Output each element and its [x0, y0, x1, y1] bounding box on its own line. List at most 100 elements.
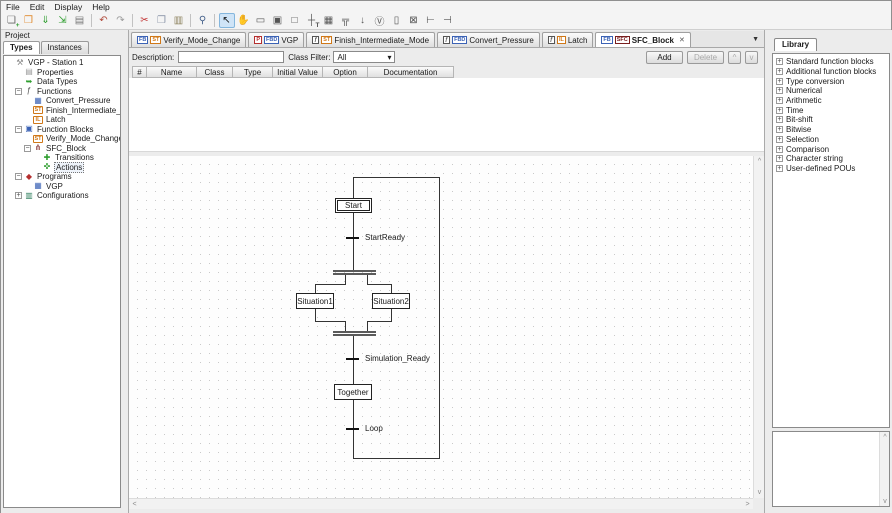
menu-display[interactable]: Display — [49, 2, 87, 12]
expand-icon[interactable]: + — [15, 192, 22, 199]
menu-help[interactable]: Help — [87, 2, 114, 12]
transition-simulation-ready[interactable] — [346, 358, 359, 360]
paste-icon[interactable]: ▥ — [171, 13, 187, 28]
library-item-numerical[interactable]: +Numerical — [773, 86, 889, 96]
menu-file[interactable]: File — [1, 2, 25, 12]
tree-item-vgp-station-1[interactable]: ⚒VGP - Station 1 — [4, 58, 120, 68]
editor-tab-vgp[interactable]: PFBDVGP — [248, 32, 304, 47]
editor-tab-convert-pressure[interactable]: ƒFBDConvert_Pressure — [437, 32, 540, 47]
project-tree[interactable]: ⚒VGP - Station 1▤Properties➥Data Types−ƒ… — [3, 55, 121, 508]
expand-icon[interactable]: + — [776, 146, 783, 153]
library-item-user-defined-pous[interactable]: +User-defined POUs — [773, 164, 889, 174]
scroll-down-icon[interactable]: v — [754, 487, 765, 498]
library-item-type-conversion[interactable]: +Type conversion — [773, 76, 889, 86]
tree-item-data-types[interactable]: ➥Data Types — [4, 77, 120, 87]
class-filter-select[interactable]: All ▾ — [333, 51, 395, 63]
library-item-arithmetic[interactable]: +Arithmetic — [773, 96, 889, 106]
collapse-icon[interactable]: − — [15, 88, 22, 95]
save-icon[interactable]: ⇓ — [38, 13, 54, 28]
library-item-time[interactable]: +Time — [773, 105, 889, 115]
expand-icon[interactable]: + — [776, 155, 783, 162]
expand-icon[interactable]: + — [776, 58, 783, 65]
transition-tool-icon[interactable]: ┼T — [304, 13, 320, 28]
library-item-standard-function-blocks[interactable]: +Standard function blocks — [773, 57, 889, 67]
tree-item-vgp[interactable]: ▦VGP — [4, 182, 120, 192]
editor-tab-finish-intermediate-mode[interactable]: ƒSTFinish_Intermediate_Mode — [306, 32, 435, 47]
save-as-icon[interactable]: ⇲ — [55, 13, 71, 28]
project-tab-instances[interactable]: Instances — [41, 41, 89, 54]
expand-icon[interactable]: + — [776, 68, 783, 75]
power-rail-tool-icon[interactable]: ⊢ — [423, 13, 439, 28]
connection-tool-icon[interactable]: ⊠ — [406, 13, 422, 28]
tree-item-function-blocks[interactable]: −▣Function Blocks — [4, 125, 120, 135]
tree-item-actions[interactable]: ✜Actions — [4, 163, 120, 173]
expand-icon[interactable]: + — [776, 107, 783, 114]
library-tab[interactable]: Library — [774, 38, 817, 51]
block-tool-icon[interactable]: ▯ — [389, 13, 405, 28]
tree-item-convert-pressure[interactable]: ▦Convert_Pressure — [4, 96, 120, 106]
expand-icon[interactable]: + — [776, 165, 783, 172]
step-tool-icon[interactable]: □ — [287, 13, 303, 28]
description-input[interactable] — [178, 51, 284, 63]
library-tree[interactable]: +Standard function blocks+Additional fun… — [772, 53, 890, 428]
redo-icon[interactable]: ↷ — [113, 13, 129, 28]
print-icon[interactable]: ▤ — [72, 13, 88, 28]
cut-icon[interactable]: ✂ — [137, 13, 153, 28]
tree-item-sfc-block[interactable]: −⋔SFC_Block — [4, 144, 120, 154]
library-item-additional-function-blocks[interactable]: +Additional function blocks — [773, 67, 889, 77]
expand-icon[interactable]: + — [776, 136, 783, 143]
sfc-step-together[interactable]: Together — [334, 384, 372, 400]
scroll-up-icon[interactable]: ^ — [880, 432, 890, 442]
move-down-button[interactable]: v — [745, 51, 758, 64]
collapse-icon[interactable]: − — [15, 126, 22, 133]
collapse-icon[interactable]: − — [24, 145, 31, 152]
comment-tool-icon[interactable]: ▭ — [253, 13, 269, 28]
sfc-step-situation2[interactable]: Situation2 — [372, 293, 410, 309]
undo-icon[interactable]: ↶ — [96, 13, 112, 28]
sfc-step-start[interactable]: Start — [335, 198, 372, 213]
add-button[interactable]: Add — [646, 51, 683, 64]
scroll-left-icon[interactable]: < — [129, 499, 140, 510]
contact-tool-icon[interactable]: ⊣ — [440, 13, 456, 28]
library-item-bit-shift[interactable]: +Bit-shift — [773, 115, 889, 125]
transition-startready[interactable] — [346, 237, 359, 239]
scroll-right-icon[interactable]: > — [742, 499, 753, 510]
new-file-icon[interactable]: ❏+ — [4, 13, 20, 28]
expand-icon[interactable]: + — [776, 78, 783, 85]
variable-tool-icon[interactable]: Ⓥ — [372, 13, 388, 28]
pan-tool-icon[interactable]: ✋ — [236, 13, 252, 28]
divergence-tool-icon[interactable]: ╦ — [338, 13, 354, 28]
copy-icon[interactable]: ❐ — [154, 13, 170, 28]
sfc-step-situation1[interactable]: Situation1 — [296, 293, 334, 309]
menu-edit[interactable]: Edit — [25, 2, 50, 12]
project-tab-types[interactable]: Types — [3, 41, 40, 54]
variable-table-body[interactable] — [129, 78, 764, 151]
tree-item-latch[interactable]: ILLatch — [4, 115, 120, 125]
editor-tab-sfc-block[interactable]: FBSFCSFC_Block✕ — [595, 32, 690, 47]
initial-step-tool-icon[interactable]: ▣ — [270, 13, 286, 28]
tree-item-configurations[interactable]: +▥Configurations — [4, 191, 120, 201]
move-up-button[interactable]: ^ — [728, 51, 741, 64]
transition-loop[interactable] — [346, 428, 359, 430]
expand-icon[interactable]: + — [776, 97, 783, 104]
library-item-character-string[interactable]: +Character string — [773, 154, 889, 164]
tree-item-verify-mode-change[interactable]: STVerify_Mode_Change — [4, 134, 120, 144]
open-folder-icon[interactable]: ❒ — [21, 13, 37, 28]
search-icon[interactable]: ⚲ — [195, 13, 211, 28]
editor-tab-latch[interactable]: ƒILLatch — [542, 32, 594, 47]
library-item-bitwise[interactable]: +Bitwise — [773, 125, 889, 135]
canvas-vertical-scrollbar[interactable]: ^ v — [753, 156, 764, 498]
scroll-down-icon[interactable]: v — [880, 496, 890, 506]
tree-item-functions[interactable]: −ƒFunctions — [4, 87, 120, 97]
expand-icon[interactable]: + — [776, 87, 783, 94]
scroll-up-icon[interactable]: ^ — [754, 156, 765, 167]
tree-item-programs[interactable]: −◆Programs — [4, 172, 120, 182]
editor-tab-verify-mode-change[interactable]: FBSTVerify_Mode_Change — [131, 32, 246, 47]
jump-tool-icon[interactable]: ↓ — [355, 13, 371, 28]
simultaneous-convergence-bar[interactable] — [333, 331, 376, 336]
collapse-icon[interactable]: − — [15, 173, 22, 180]
library-item-selection[interactable]: +Selection — [773, 135, 889, 145]
tree-item-properties[interactable]: ▤Properties — [4, 68, 120, 78]
library-item-comparison[interactable]: +Comparison — [773, 144, 889, 154]
expand-icon[interactable]: + — [776, 116, 783, 123]
